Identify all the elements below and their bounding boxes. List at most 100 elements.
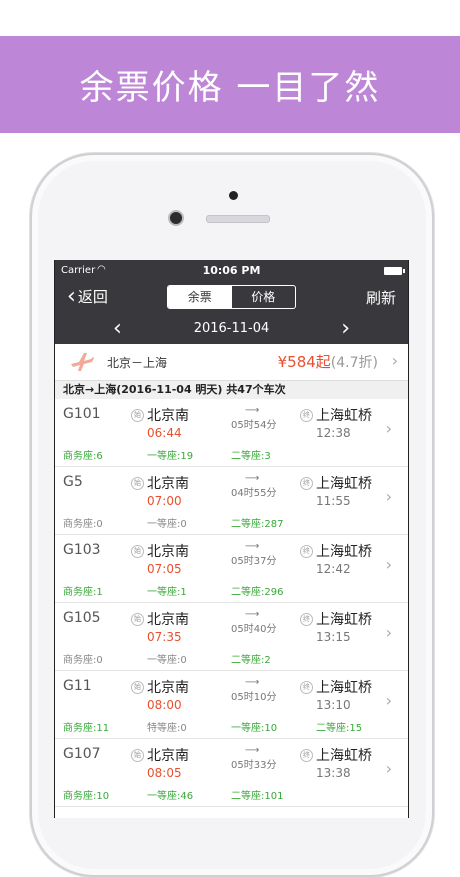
- seat-availability: 商务座:1: [63, 587, 103, 598]
- departure-time: 06:44: [147, 426, 182, 440]
- departure-station: 北京南: [147, 612, 189, 628]
- departure-station: 北京南: [147, 748, 189, 764]
- flight-route-row[interactable]: 北京－上海 ¥584起(4.7折) ›: [55, 344, 408, 381]
- seat-availability: 二等座:3: [231, 451, 271, 462]
- seat-availability: 一等座:19: [147, 451, 194, 462]
- chevron-right-icon: ›: [385, 419, 392, 438]
- arrival-station: 上海虹桥: [316, 612, 372, 628]
- origin-station-icon: 始: [131, 749, 144, 762]
- departure-time: 08:05: [147, 766, 182, 780]
- tab-tickets[interactable]: 余票: [168, 286, 232, 308]
- departure-station: 北京南: [147, 476, 189, 492]
- chevron-right-icon: ›: [391, 351, 398, 370]
- departure-station: 北京南: [147, 680, 189, 696]
- train-number: G101: [63, 406, 101, 422]
- promo-banner: 余票价格 一目了然: [0, 36, 460, 133]
- travel-duration: 05时54分: [231, 420, 277, 431]
- train-number: G107: [63, 746, 101, 762]
- next-day-button[interactable]: ›: [341, 316, 350, 342]
- travel-duration: 05时40分: [231, 624, 277, 635]
- arrival-time: 13:15: [316, 630, 351, 644]
- back-label: 返回: [77, 288, 108, 306]
- train-row[interactable]: G107 北京南 08:05 05时33分 上海虹桥 13:38 始 终 ⟶ › 商务座:10 一等座…: [55, 739, 408, 807]
- terminal-station-icon: 终: [300, 749, 313, 762]
- back-button[interactable]: ‹ 返回: [67, 285, 108, 307]
- departure-station: 北京南: [147, 544, 189, 560]
- seat-availability: 二等座:15: [316, 723, 363, 734]
- arrival-station: 上海虹桥: [316, 408, 372, 424]
- arrival-time: 12:38: [316, 426, 351, 440]
- arrival-time: 12:42: [316, 562, 351, 576]
- arrow-right-icon: ⟶: [245, 745, 260, 756]
- arrival-time: 13:38: [316, 766, 351, 780]
- seat-availability: 二等座:287: [231, 519, 284, 530]
- departure-time: 07:00: [147, 494, 182, 508]
- date-bar: ‹ 2016-11-04 ›: [55, 316, 408, 344]
- arrival-station: 上海虹桥: [316, 476, 372, 492]
- airplane-icon: [71, 353, 94, 371]
- train-row[interactable]: G105 北京南 07:35 05时40分 上海虹桥 13:15 始 终 ⟶ › 商务座:0 一等座:…: [55, 603, 408, 671]
- earpiece-speaker: [206, 215, 270, 223]
- seat-availability: 商务座:6: [63, 451, 103, 462]
- app-screen: Carrier ◠ 10:06 PM ‹ 返回 余票 价格 刷新 ‹ 2016-…: [54, 260, 409, 818]
- chevron-right-icon: ›: [385, 691, 392, 710]
- terminal-station-icon: 终: [300, 409, 313, 422]
- train-number: G105: [63, 610, 101, 626]
- origin-station-icon: 始: [131, 545, 144, 558]
- train-row[interactable]: G103 北京南 07:05 05时37分 上海虹桥 12:42 始 终 ⟶ › 商务座:1 一等座:…: [55, 535, 408, 603]
- arrow-right-icon: ⟶: [245, 677, 260, 688]
- battery-icon: [384, 267, 405, 275]
- status-time: 10:06 PM: [202, 264, 261, 277]
- refresh-button[interactable]: 刷新: [366, 287, 396, 308]
- train-row[interactable]: G5 北京南 07:00 04时55分 上海虹桥 11:55 始 终 ⟶ › 商务座:0 一等座:0 二…: [55, 467, 408, 535]
- tab-price[interactable]: 价格: [232, 286, 296, 308]
- seat-availability: 二等座:2: [231, 655, 271, 666]
- chevron-right-icon: ›: [385, 487, 392, 506]
- train-number: G5: [63, 474, 83, 490]
- seat-availability: 一等座:1: [147, 587, 187, 598]
- seat-availability: 一等座:10: [231, 723, 278, 734]
- route-price: ¥584起(4.7折): [278, 351, 378, 372]
- travel-duration: 05时37分: [231, 556, 277, 567]
- chevron-right-icon: ›: [385, 555, 392, 574]
- chevron-right-icon: ›: [385, 623, 392, 642]
- seat-availability: 二等座:101: [231, 791, 284, 802]
- travel-duration: 05时10分: [231, 692, 277, 703]
- train-list: G101 北京南 06:44 05时54分 上海虹桥 12:38 始终 ⟶ › 商务座:6 一等座:…: [55, 399, 408, 807]
- arrival-station: 上海虹桥: [316, 544, 372, 560]
- segmented-control: 余票 价格: [167, 285, 296, 309]
- seat-availability: 商务座:11: [63, 723, 110, 734]
- seat-availability: 商务座:0: [63, 655, 103, 666]
- seat-availability: 一等座:46: [147, 791, 194, 802]
- origin-station-icon: 始: [131, 613, 144, 626]
- origin-station-icon: 始: [131, 681, 144, 694]
- terminal-station-icon: 终: [300, 613, 313, 626]
- front-camera: [229, 191, 238, 200]
- travel-duration: 05时33分: [231, 760, 277, 771]
- origin-station-icon: 始: [131, 477, 144, 490]
- travel-duration: 04时55分: [231, 488, 277, 499]
- route-name: 北京－上海: [107, 356, 168, 370]
- train-row[interactable]: G11 北京南 08:00 05时10分 上海虹桥 13:10 始 终 ⟶ › 商务座:11 特等座:…: [55, 671, 408, 739]
- camera-lens: [170, 212, 182, 224]
- departure-time: 07:05: [147, 562, 182, 576]
- arrow-right-icon: ⟶: [245, 405, 260, 416]
- results-summary: 北京→上海(2016-11-04 明天) 共47个车次: [55, 381, 408, 399]
- seat-availability: 二等座:296: [231, 587, 284, 598]
- terminal-station-icon: 终: [300, 477, 313, 490]
- current-date: 2016-11-04: [193, 321, 270, 336]
- terminal-station-icon: 终: [300, 681, 313, 694]
- arrow-right-icon: ⟶: [245, 609, 260, 620]
- chevron-right-icon: ›: [385, 759, 392, 778]
- terminal-station-icon: 终: [300, 545, 313, 558]
- origin-station-icon: 始: [131, 409, 144, 422]
- status-bar: Carrier ◠ 10:06 PM: [55, 260, 408, 280]
- route-price-value: ¥584起: [277, 353, 331, 371]
- seat-availability: 一等座:0: [147, 519, 187, 530]
- train-row[interactable]: G101 北京南 06:44 05时54分 上海虹桥 12:38 始 终 ⟶ › 商务座:6 一等座:…: [55, 399, 408, 467]
- app-header: Carrier ◠ 10:06 PM ‹ 返回 余票 价格 刷新 ‹ 2016-…: [55, 260, 408, 344]
- arrow-right-icon: ⟶: [245, 541, 260, 552]
- route-discount: (4.7折): [330, 355, 378, 371]
- departure-time: 07:35: [147, 630, 182, 644]
- seat-availability: 商务座:0: [63, 519, 103, 530]
